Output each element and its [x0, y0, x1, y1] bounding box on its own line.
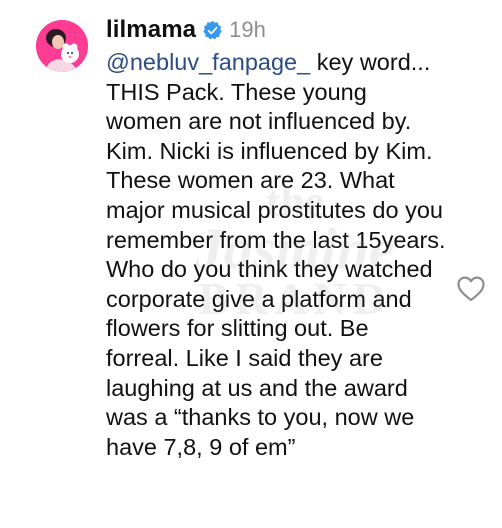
verified-badge-icon	[202, 20, 223, 41]
avatar-image	[36, 20, 88, 72]
comment-text: key word... THIS Pack. These young women…	[106, 49, 446, 460]
like-button[interactable]	[457, 276, 485, 302]
username[interactable]: lilmama	[106, 16, 196, 44]
heart-outline-icon	[457, 276, 485, 302]
comment-timestamp: 19h	[229, 17, 266, 42]
mention-link[interactable]: @nebluv_fanpage_	[106, 49, 310, 75]
comment-avatar[interactable]	[36, 20, 88, 72]
comment-body: @nebluv_fanpage_ key word... THIS Pack. …	[106, 48, 446, 462]
comment-header: lilmama 19h	[106, 14, 266, 46]
